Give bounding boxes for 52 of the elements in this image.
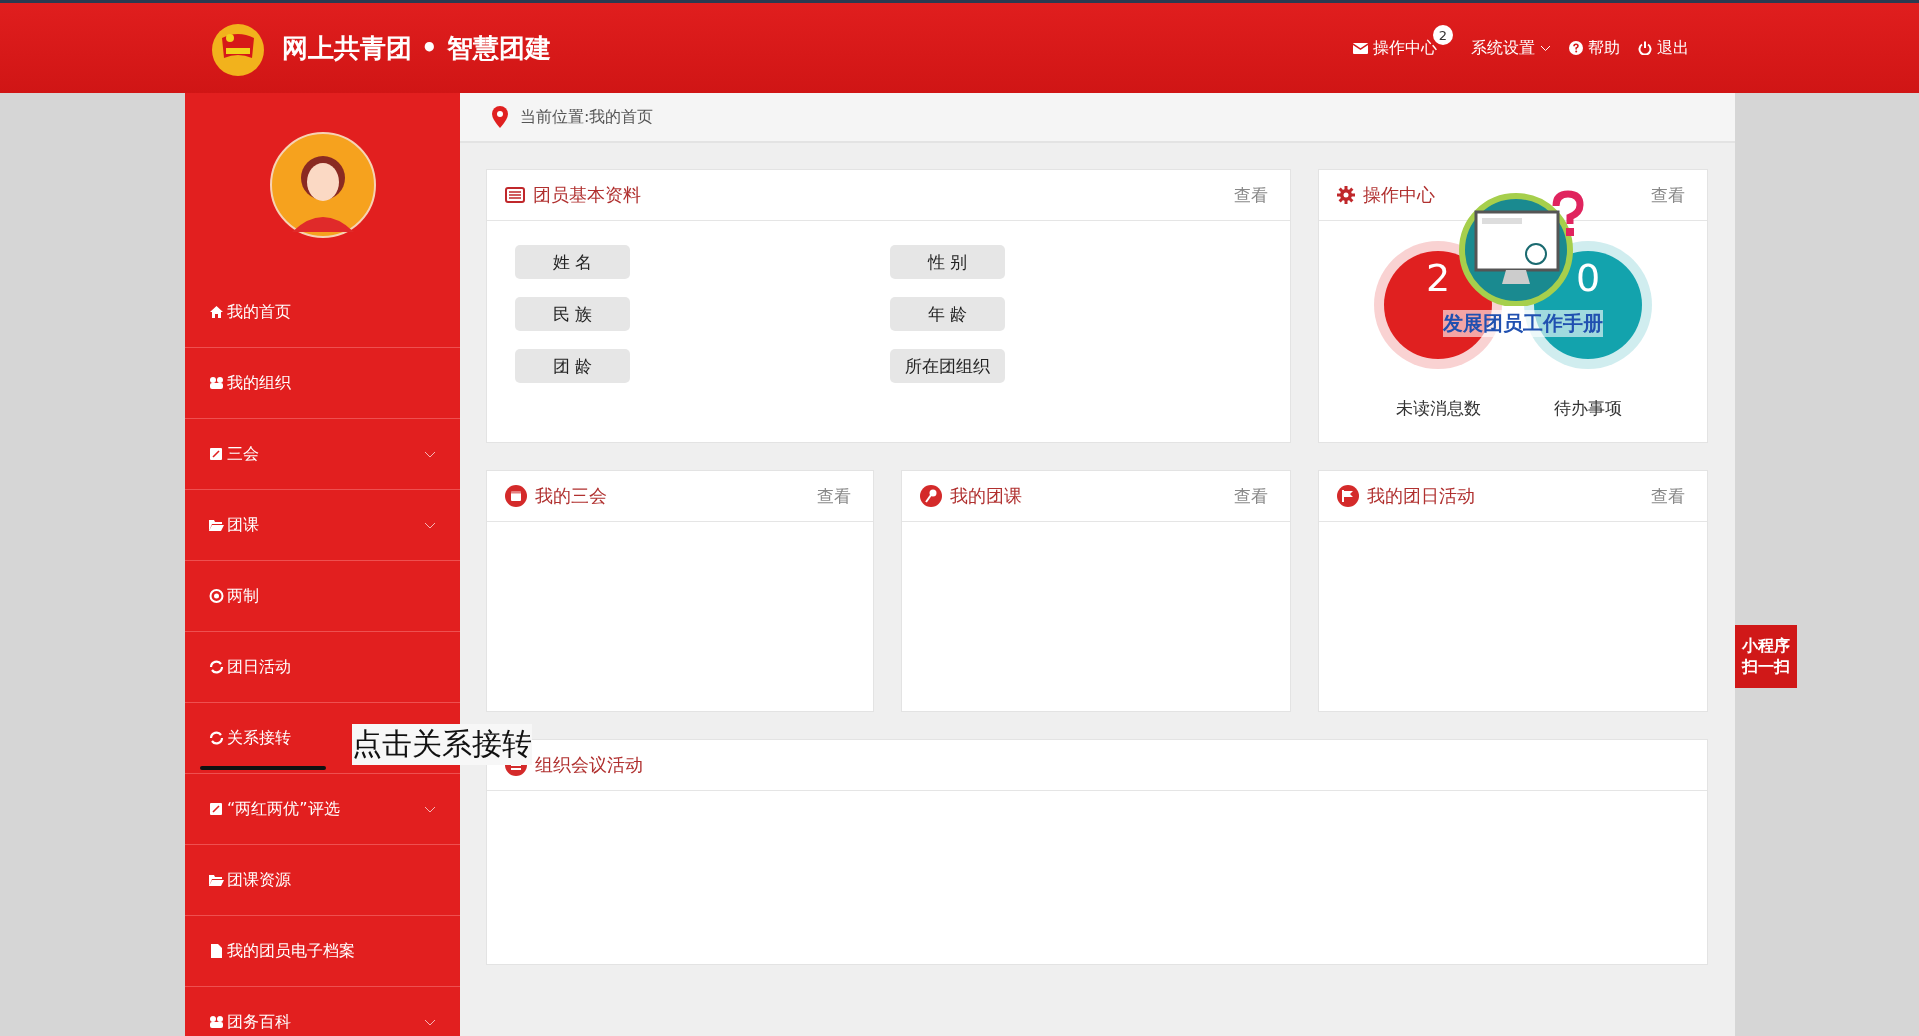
menu-item-icon (209, 305, 224, 319)
field-label-button[interactable]: 团 龄 (515, 349, 630, 383)
stat-value: 2 (1425, 259, 1451, 297)
avatar-icon (269, 132, 376, 238)
header-link[interactable]: 系统设置 (1471, 37, 1551, 59)
chevron-down-icon (1540, 44, 1551, 52)
pin-icon (920, 485, 942, 507)
menu-item-icon (209, 589, 224, 603)
card-title: 我的团日活动 (1367, 484, 1476, 508)
view-link[interactable]: 查看 (1234, 484, 1268, 508)
help-icon (1569, 41, 1583, 55)
stat-value: 0 (1575, 259, 1601, 297)
manual-promo-link[interactable]: 发展团员工作手册 (1443, 310, 1603, 337)
menu-item-icon (209, 376, 224, 390)
breadcrumb-text: 当前位置:我的首页 (520, 106, 654, 128)
stat-label: 未读消息数 (1395, 397, 1481, 420)
menu-item-icon (209, 1015, 224, 1029)
settings-icon (1337, 186, 1355, 204)
menu-item-icon (209, 447, 224, 461)
power-icon (1638, 41, 1652, 55)
card-title: 团员基本资料 (533, 183, 642, 207)
annotation-tooltip: 点击关系接转 (352, 724, 532, 765)
header-link[interactable]: 帮助 (1569, 37, 1620, 59)
field-label-button[interactable]: 所在团组织 (890, 349, 1005, 383)
stat-label: 待办事项 (1554, 397, 1622, 420)
list-icon (505, 187, 525, 203)
calendar-icon (505, 485, 527, 507)
card-title: 我的三会 (535, 484, 608, 508)
field-label-button[interactable]: 民 族 (515, 297, 630, 331)
menu-item-icon (209, 944, 224, 958)
menu-item-icon (209, 802, 224, 816)
notification-badge: 2 (1433, 25, 1453, 45)
menu-item-icon (209, 731, 224, 745)
card-title: 组织会议活动 (535, 753, 644, 777)
flag-icon (1337, 485, 1359, 507)
field-label-button[interactable]: 姓 名 (515, 245, 630, 279)
card-title: 我的团课 (950, 484, 1023, 508)
card-title: 操作中心 (1363, 183, 1436, 207)
menu-item-icon (209, 873, 224, 887)
location-pin-icon (492, 106, 508, 128)
mail-icon (1353, 42, 1368, 54)
menu-item-icon (209, 518, 224, 532)
field-label-button[interactable]: 年 龄 (890, 297, 1005, 331)
site-title: 网上共青团 • 智慧团建 (282, 31, 551, 65)
header-link[interactable]: 退出 (1638, 37, 1689, 59)
view-link[interactable]: 查看 (1234, 183, 1268, 207)
mini-program-button[interactable]: 小程序 扫一扫 (1735, 625, 1797, 688)
field-label-button[interactable]: 性 别 (890, 245, 1005, 279)
menu-item-icon (209, 660, 224, 674)
view-link[interactable]: 查看 (817, 484, 851, 508)
view-link[interactable]: 查看 (1651, 183, 1685, 207)
view-link[interactable]: 查看 (1651, 484, 1685, 508)
